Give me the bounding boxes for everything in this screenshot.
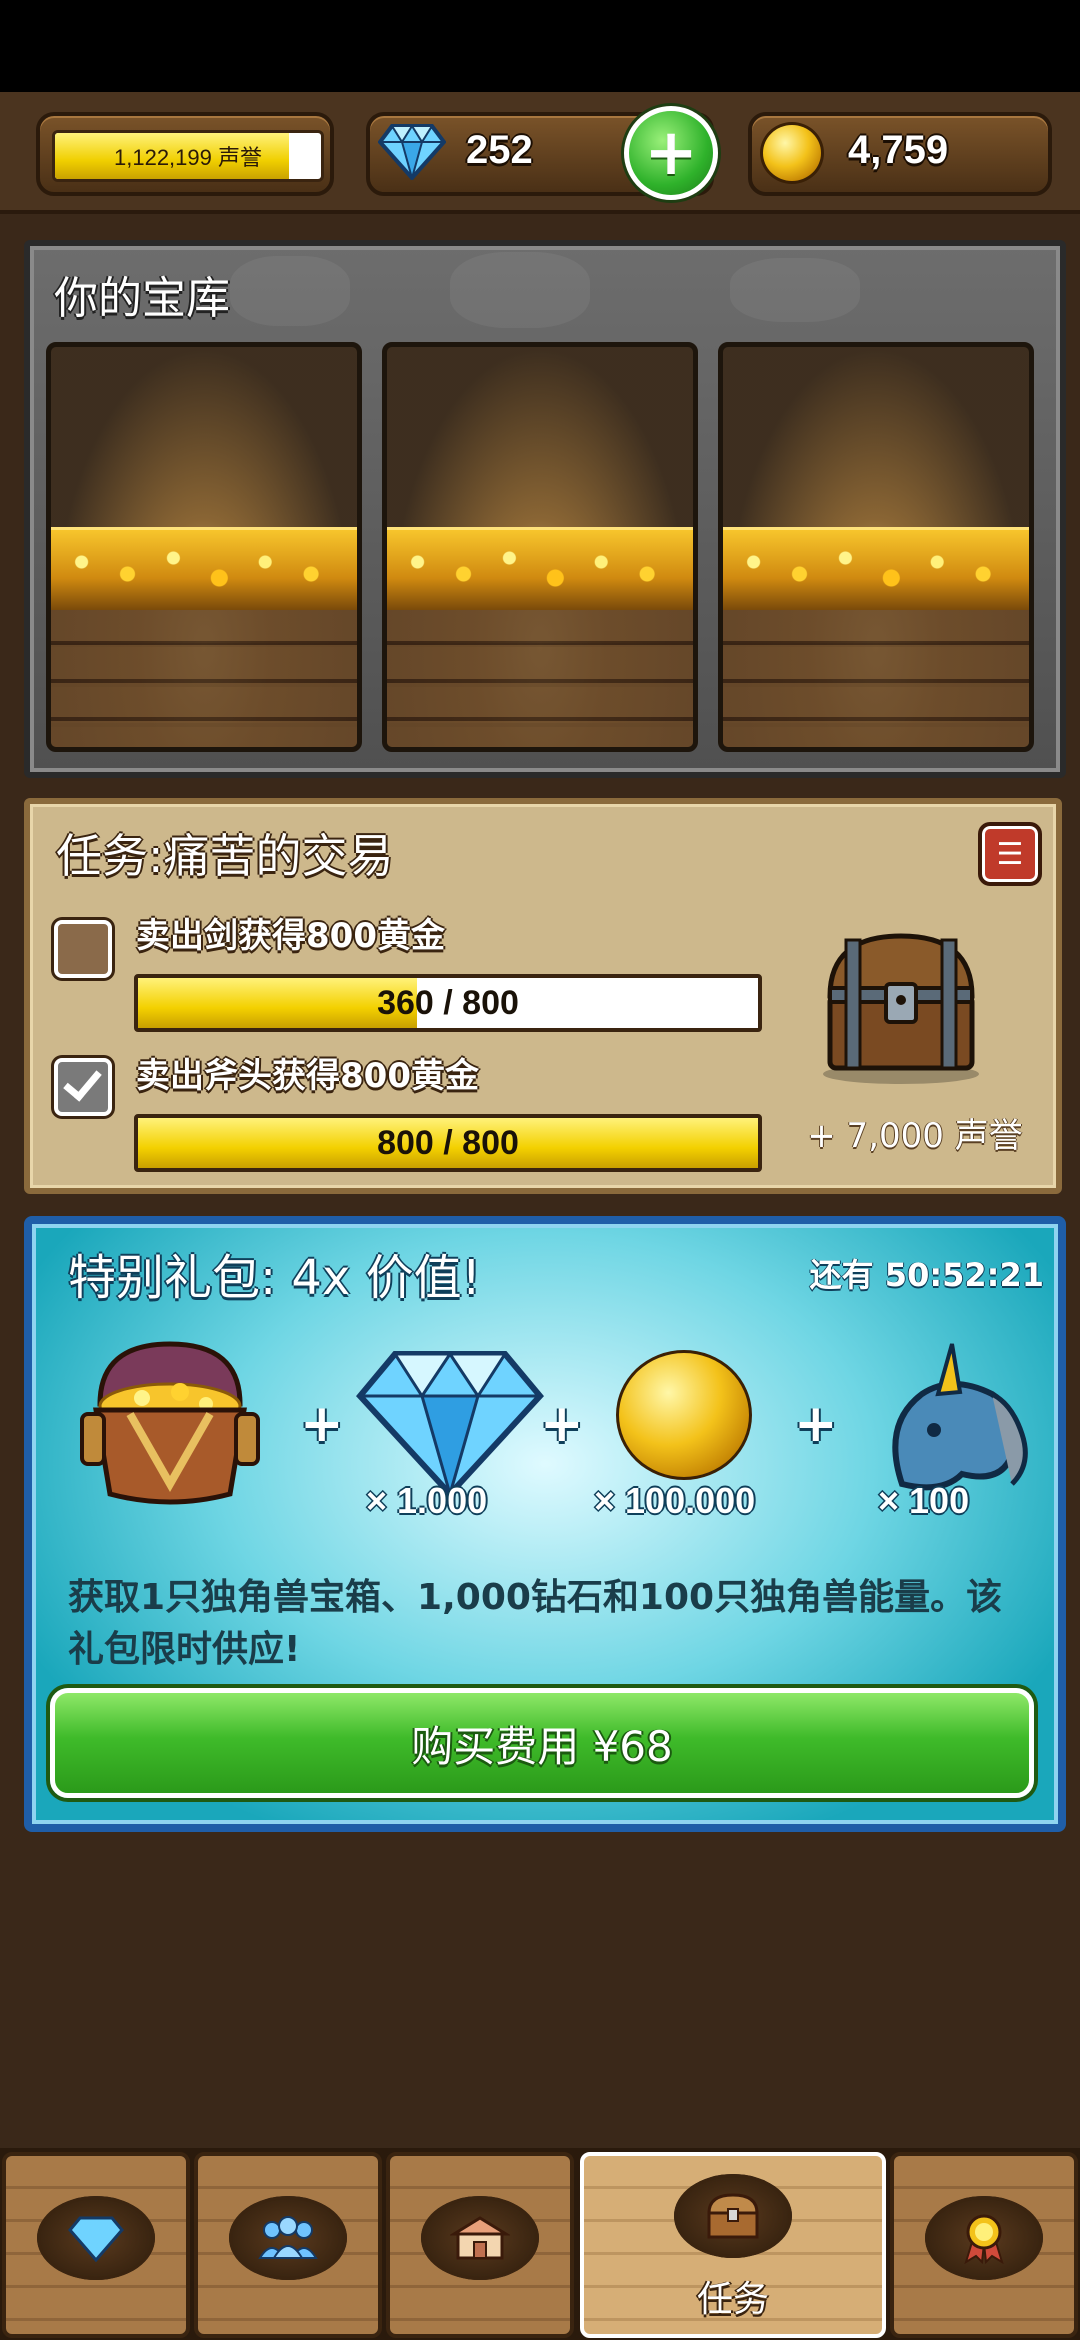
gold-pile (387, 527, 693, 610)
gold-pile (723, 527, 1029, 610)
nav-label-quests: 任务 (696, 2279, 769, 2320)
nav-item-gems[interactable] (2, 2152, 190, 2338)
gold-coin-icon (760, 122, 824, 184)
nav-item-shop[interactable] (386, 2152, 574, 2338)
diamond-quantity: × 1.000 (366, 1480, 488, 1521)
stone-decor (450, 252, 590, 328)
nav-item-social[interactable] (194, 2152, 382, 2338)
gold-coin-icon (616, 1350, 752, 1480)
task-progress-text: 800 / 800 (377, 1123, 519, 1162)
task-progress-bar: 800 / 800 (134, 1114, 762, 1172)
quest-title: 任务:痛苦的交易 (56, 829, 394, 883)
task-checkbox (54, 920, 112, 978)
task-progress-text: 360 / 800 (377, 983, 519, 1022)
fame-bar: 1,122,199 声誉 (52, 130, 324, 182)
offer-title: 特别礼包: 4x 价值! (68, 1250, 481, 1306)
status-bar (0, 0, 1080, 92)
medal-icon (964, 2214, 1004, 2264)
list-icon: ☰ (996, 836, 1024, 872)
task-checkbox-checked (54, 1058, 112, 1116)
resource-hud: 1,122,199 声誉 252 + 4,759 (0, 92, 1080, 214)
shop-icon (450, 2216, 510, 2260)
task-label: 卖出剑获得800黄金 (136, 916, 445, 956)
vault-floor (723, 607, 1029, 747)
gem-count: 252 (466, 128, 533, 172)
add-gems-button[interactable]: + (624, 106, 718, 200)
people-icon (258, 2216, 318, 2259)
quest-reward: + 7,000 声誉 (807, 1116, 1023, 1156)
gold-count: 4,759 (848, 128, 949, 172)
gold-counter[interactable]: 4,759 (748, 112, 1052, 196)
vault-slot[interactable] (46, 342, 362, 752)
nav-icon-holder (421, 2196, 539, 2280)
stone-decor (730, 258, 860, 322)
task-label: 卖出斧头获得800黄金 (136, 1056, 479, 1096)
nav-icon-holder (674, 2174, 792, 2258)
task-progress-bar: 360 / 800 (134, 974, 762, 1032)
fame-meter[interactable]: 1,122,199 声誉 (36, 112, 334, 196)
plus-sign: + (794, 1394, 838, 1454)
gem-counter[interactable]: 252 + (366, 106, 718, 200)
plus-icon: + (644, 116, 698, 190)
unicorn-quantity: × 100 (878, 1480, 970, 1521)
special-offer-panel: 特别礼包: 4x 价值! 还有 50:52:21 + × 1.000 + × 1… (24, 1216, 1066, 1832)
treasure-chest-icon (823, 933, 979, 1084)
gold-pile (51, 527, 357, 610)
plus-sign: + (300, 1394, 344, 1454)
nav-item-achievements[interactable] (890, 2152, 1078, 2338)
vault-title: 你的宝库 (54, 273, 230, 324)
quest-panel: 任务:痛苦的交易 ☰ 卖出剑获得800黄金 360 / 800 卖出斧头获得80… (24, 798, 1062, 1194)
quest-log-button[interactable]: ☰ (978, 822, 1042, 886)
plus-sign: + (540, 1394, 584, 1454)
chest-icon (707, 2193, 759, 2239)
vault-slot[interactable] (382, 342, 698, 752)
vault-floor (51, 607, 357, 747)
nav-icon-holder (925, 2196, 1043, 2280)
buy-button-label: 购买费用 ¥68 (411, 1721, 673, 1771)
vault-floor (387, 607, 693, 747)
vault-panel: 你的宝库 (24, 240, 1066, 778)
gold-quantity: × 100.000 (594, 1480, 756, 1521)
offer-timer: 还有 50:52:21 (809, 1256, 1044, 1294)
buy-button[interactable]: 购买费用 ¥68 (50, 1688, 1034, 1798)
stone-decor (230, 256, 350, 326)
nav-icon-holder (229, 2196, 347, 2280)
bottom-nav: 任务 (0, 2148, 1080, 2340)
treasure-chest-icon (80, 1341, 260, 1505)
nav-icon-holder (37, 2196, 155, 2280)
diamond-icon (378, 124, 446, 180)
diamond-icon (68, 2216, 124, 2262)
fame-text: 1,122,199 声誉 (114, 145, 262, 170)
nav-item-quests[interactable]: 任务 (580, 2152, 886, 2338)
vault-slot[interactable] (718, 342, 1034, 752)
offer-description: 获取1只独角兽宝箱、1,000钻石和100只独角兽能量。该礼包限时供应! (68, 1577, 1003, 1670)
